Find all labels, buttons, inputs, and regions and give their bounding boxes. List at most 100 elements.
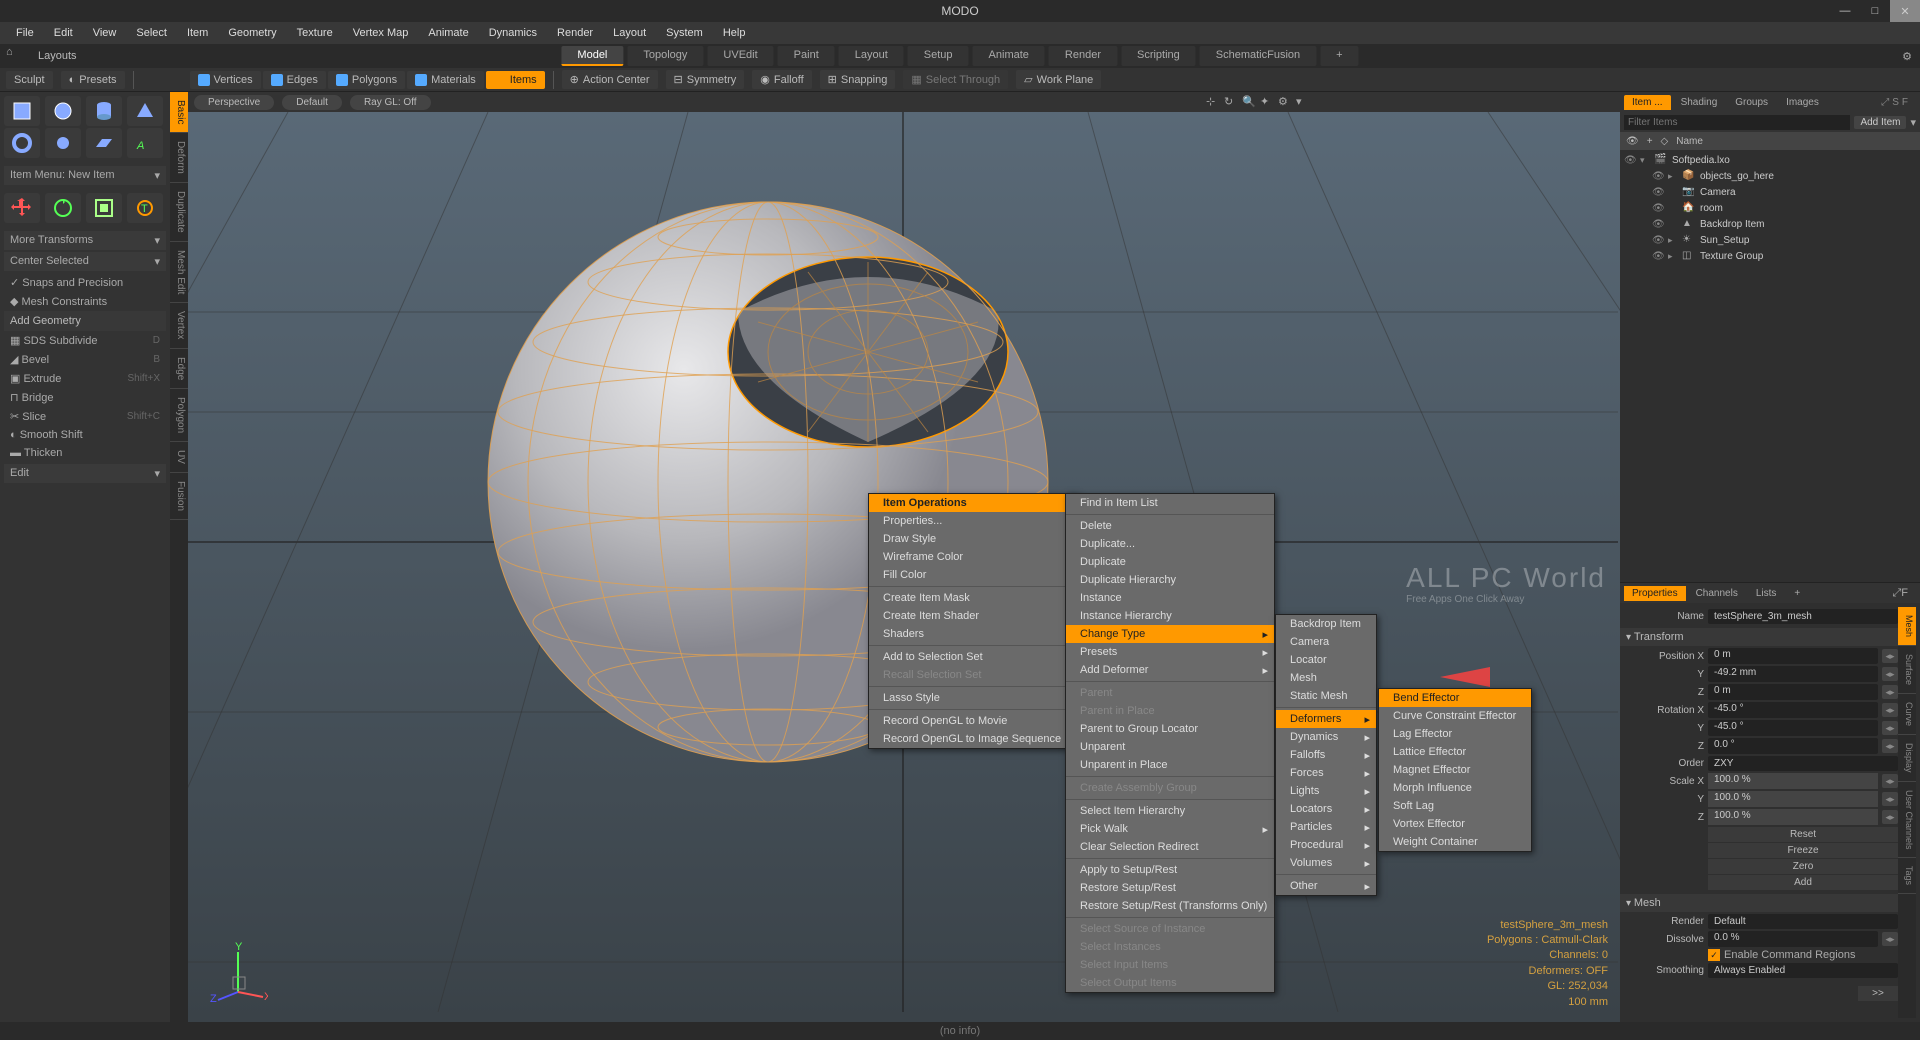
left-tab-fusion[interactable]: Fusion [170,473,188,520]
cm4-softlag[interactable]: Soft Lag [1379,797,1531,815]
cm2-unparent[interactable]: Unparent [1066,738,1274,756]
menu-select[interactable]: Select [126,24,177,42]
ws-tab-animate[interactable]: Animate [973,46,1045,66]
tool-torus[interactable] [4,128,40,158]
cm2-pick-walk[interactable]: Pick Walk [1066,820,1274,838]
cm1-wireframe-color[interactable]: Wireframe Color [869,548,1077,566]
ws-tab-model[interactable]: Model [561,46,623,66]
snaps-precision-row[interactable]: ✓ Snaps and Precision [4,273,166,292]
cm4-weight[interactable]: Weight Container [1379,833,1531,851]
sel-vertices[interactable]: Vertices [190,71,261,89]
filter-input[interactable] [1624,115,1850,130]
maximize-button[interactable]: □ [1860,0,1890,22]
cm1-draw-style[interactable]: Draw Style [869,530,1077,548]
ws-tab-paint[interactable]: Paint [778,46,835,66]
presets-button[interactable]: ◐ Presets [61,71,125,89]
ws-tab-topology[interactable]: Topology [627,46,703,66]
tool-extrude[interactable]: ▣ ExtrudeShift+X [4,369,166,388]
more-button[interactable]: >> [1858,986,1898,1001]
cm1-lasso[interactable]: Lasso Style [869,689,1077,707]
stab-user-channels[interactable]: User Channels [1898,782,1916,859]
tool-thicken[interactable]: ▬ Thicken [4,444,166,462]
gear-icon[interactable]: ⚙ [1902,50,1912,63]
ws-tab-uvedit[interactable]: UVEdit [707,46,773,66]
cm2-parent-grp[interactable]: Parent to Group Locator [1066,720,1274,738]
stab-tags[interactable]: Tags [1898,858,1916,894]
ws-tab-layout[interactable]: Layout [839,46,904,66]
cm2-apply-setup[interactable]: Apply to Setup/Rest [1066,861,1274,879]
pos-x-slider[interactable]: 0 m [1708,648,1878,664]
tab-lists[interactable]: Lists [1748,586,1785,601]
tab-groups[interactable]: Groups [1727,95,1776,110]
viewport-raygl[interactable]: Ray GL: Off [350,95,431,110]
tool-capsule[interactable] [45,128,81,158]
sel-items[interactable]: Items [486,71,545,89]
scl-x-slider[interactable]: 100.0 % [1708,773,1878,789]
cm4-lag[interactable]: Lag Effector [1379,725,1531,743]
cm1-fill-color[interactable]: Fill Color [869,566,1077,584]
ws-tab-schematic[interactable]: SchematicFusion [1200,46,1316,66]
work-plane-button[interactable]: ▱ Work Plane [1016,70,1101,89]
tool-slice[interactable]: ✂ SliceShift+C [4,407,166,426]
cm2-instance[interactable]: Instance [1066,589,1274,607]
tool-move[interactable] [4,193,40,223]
tab-properties[interactable]: Properties [1624,586,1686,601]
left-tab-edge[interactable]: Edge [170,349,188,389]
cm1-create-shader[interactable]: Create Item Shader [869,607,1077,625]
stab-curve[interactable]: Curve [1898,694,1916,735]
cm2-restore-xforms[interactable]: Restore Setup/Rest (Transforms Only) [1066,897,1274,915]
tree-camera[interactable]: 👁📷Camera [1620,184,1920,200]
tool-bevel[interactable]: ◢ BevelB [4,350,166,369]
stab-display[interactable]: Display [1898,735,1916,782]
tool-cylinder[interactable] [86,96,122,126]
menu-view[interactable]: View [83,24,127,42]
sel-materials[interactable]: Materials [407,71,484,89]
reset-button[interactable]: Reset [1708,827,1898,842]
tool-sphere[interactable] [45,96,81,126]
tree-backdrop[interactable]: 👁▲Backdrop Item [1620,216,1920,232]
cm4-curve[interactable]: Curve Constraint Effector [1379,707,1531,725]
expand-icon[interactable]: ⤢ [1881,97,1889,108]
ws-tab-scripting[interactable]: Scripting [1121,46,1196,66]
prop-name-field[interactable]: testSphere_3m_mesh [1708,609,1898,624]
rot-x-slider[interactable]: -45.0 ° [1708,702,1878,718]
viewport-perspective[interactable]: Perspective [194,95,274,110]
vp-icon-1[interactable]: ⊹ [1206,95,1220,109]
tool-sds-subdivide[interactable]: ▦ SDS SubdivideD [4,331,166,350]
tree-room[interactable]: 👁🏠room [1620,200,1920,216]
cm1-properties[interactable]: Properties... [869,512,1077,530]
cm2-dup-hier[interactable]: Duplicate Hierarchy [1066,571,1274,589]
stab-mesh[interactable]: Mesh [1898,607,1916,646]
tool-smooth-shift[interactable]: ◐ Smooth Shift [4,426,166,444]
cm2-add-deformer[interactable]: Add Deformer [1066,661,1274,679]
item-menu-dropdown[interactable]: Item Menu: New Item▾ [4,166,166,185]
cm2-dup-dots[interactable]: Duplicate... [1066,535,1274,553]
tool-bridge[interactable]: ⊓ Bridge [4,388,166,407]
render-field[interactable]: Default [1708,914,1898,929]
vp-icon-2[interactable]: ↻ [1224,95,1238,109]
cm4-bend[interactable]: Bend Effector [1379,689,1531,707]
freeze-button[interactable]: Freeze [1708,843,1898,858]
cm4-vortex[interactable]: Vortex Effector [1379,815,1531,833]
tree-objects[interactable]: 👁▸📦objects_go_here [1620,168,1920,184]
tool-rotate[interactable] [45,193,81,223]
cm3-locators[interactable]: Locators [1276,800,1376,818]
chevron-down-icon[interactable]: ▾ [1910,116,1916,129]
cm2-clear-redirect[interactable]: Clear Selection Redirect [1066,838,1274,856]
cm3-forces[interactable]: Forces [1276,764,1376,782]
f-icon[interactable]: F [1902,97,1908,108]
cm1-create-mask[interactable]: Create Item Mask [869,589,1077,607]
menu-dynamics[interactable]: Dynamics [479,24,547,42]
menu-layout[interactable]: Layout [603,24,656,42]
more-transforms-dropdown[interactable]: More Transforms▾ [4,231,166,250]
left-tab-duplicate[interactable]: Duplicate [170,183,188,242]
tool-text[interactable]: A [127,128,163,158]
menu-vertex-map[interactable]: Vertex Map [343,24,419,42]
add-button[interactable]: Add [1708,875,1898,890]
minimize-button[interactable]: — [1830,0,1860,22]
axis-gizmo[interactable]: Y X Z [208,942,268,1002]
tab-shading[interactable]: Shading [1673,95,1726,110]
dissolve-slider[interactable]: 0.0 % [1708,931,1878,947]
cm2-inst-hier[interactable]: Instance Hierarchy [1066,607,1274,625]
cm2-find[interactable]: Find in Item List [1066,494,1274,512]
